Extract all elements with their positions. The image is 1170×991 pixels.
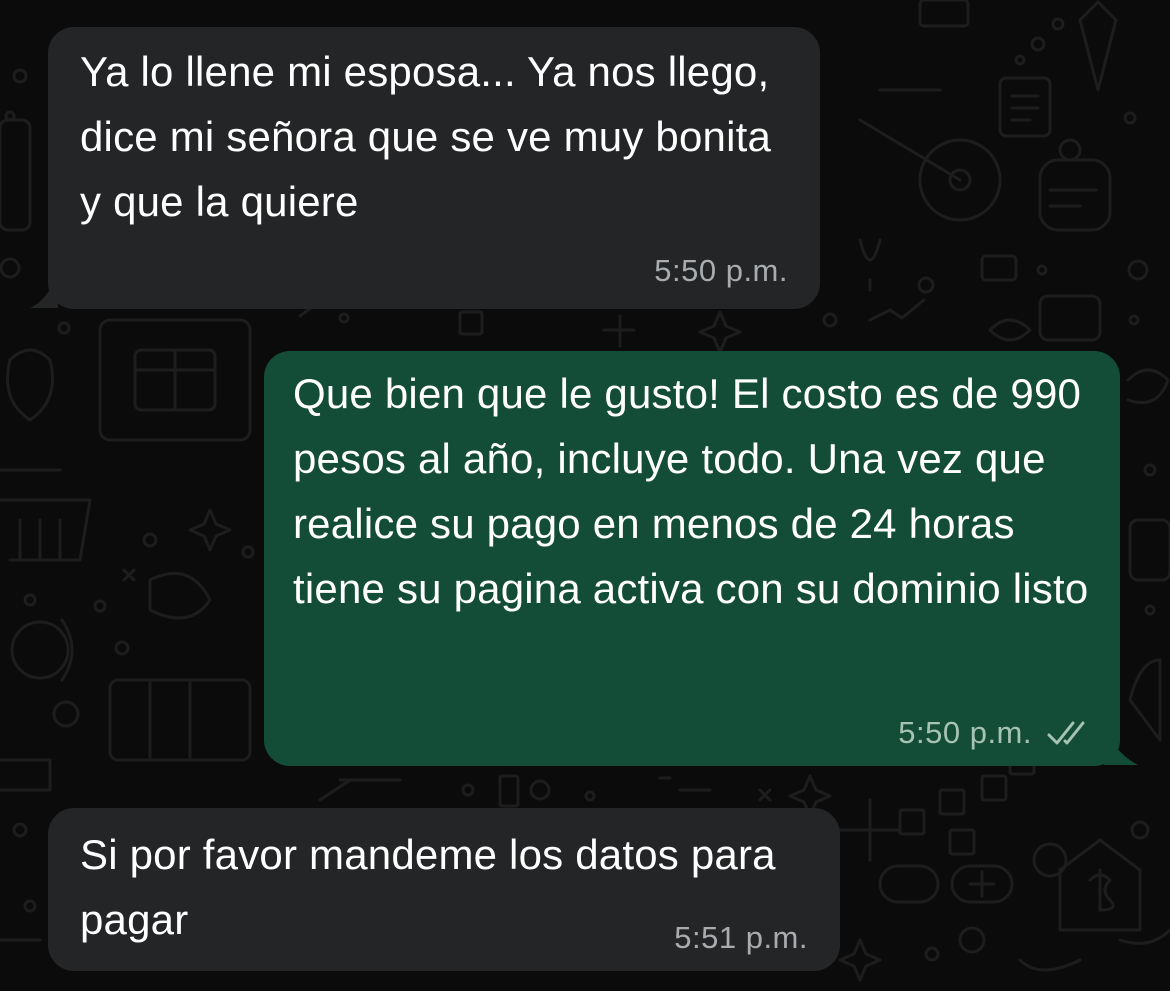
message-bubble-incoming[interactable]: Ya lo llene mi esposa... Ya nos llego, d… <box>48 27 820 309</box>
message-text: Ya lo llene mi esposa... Ya nos llego, d… <box>80 48 772 225</box>
message-time: 5:50 p.m. <box>654 253 788 288</box>
message-bubble-incoming[interactable]: Si por favor mandeme los datos para paga… <box>48 808 840 971</box>
message-time: 5:51 p.m. <box>674 920 808 955</box>
message-meta: 5:50 p.m. <box>898 715 1090 751</box>
message-meta: 5:50 p.m. <box>654 253 788 289</box>
message-text: Que bien que le gusto! El costo es de 99… <box>293 370 1089 612</box>
message-bubble-outgoing[interactable]: Que bien que le gusto! El costo es de 99… <box>264 351 1120 766</box>
message-meta: 5:51 p.m. <box>674 920 808 956</box>
message-time: 5:50 p.m. <box>898 715 1032 750</box>
double-check-icon <box>1047 721 1085 745</box>
